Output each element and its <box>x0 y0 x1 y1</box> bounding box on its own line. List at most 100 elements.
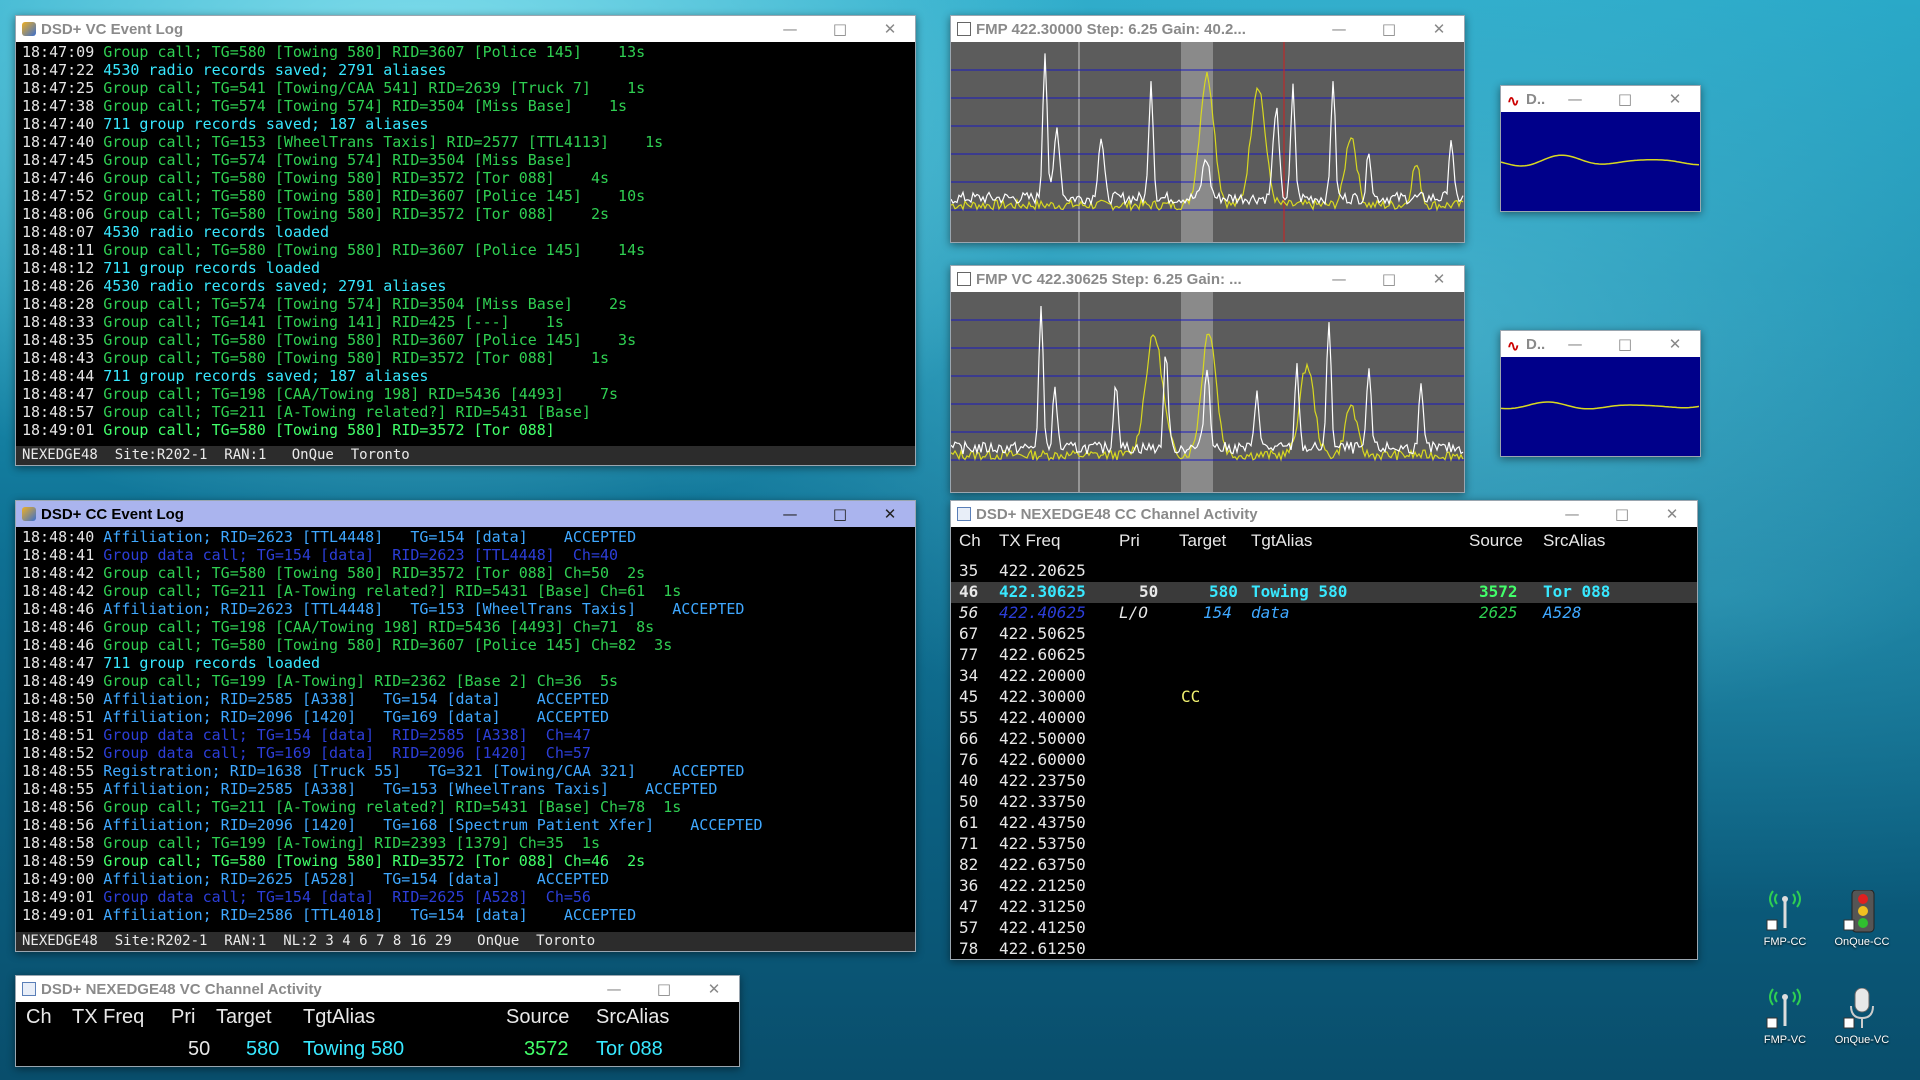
table-row[interactable]: 50 580 Towing 580 3572 Tor 088 <box>16 1034 739 1064</box>
cc-event-log-list[interactable]: 18:48:40 Affiliation; RID=2623 [TTL4448]… <box>16 527 915 925</box>
minimize-icon[interactable]: — <box>1547 501 1597 527</box>
log-message: Group call; TG=580 [Towing 580] RID=3607… <box>103 636 673 654</box>
table-row[interactable]: 67 422.50625 <box>951 624 1697 645</box>
table-row[interactable]: 36 422.21250 <box>951 876 1697 897</box>
log-time: 18:49:01 <box>22 888 95 906</box>
fmp-cc-spectrum-window[interactable]: FMP 422.30000 Step: 6.25 Gain: 40.2... —… <box>950 15 1465 243</box>
cell-srcalias: Tor 088 <box>1543 582 1611 601</box>
minimize-icon[interactable]: — <box>765 501 815 527</box>
log-message: Group call; TG=580 [Towing 580] RID=3572… <box>103 349 610 367</box>
waveform-icon: ∿ <box>1507 338 1520 355</box>
log-line: 18:48:49 Group call; TG=199 [A-Towing] R… <box>22 672 909 690</box>
log-time: 18:48:42 <box>22 582 95 600</box>
table-row[interactable]: 76 422.60000 <box>951 750 1697 771</box>
table-row[interactable]: 34 422.20000 <box>951 666 1697 687</box>
close-icon[interactable]: ✕ <box>1414 266 1464 292</box>
minimize-icon[interactable]: — <box>589 976 639 1002</box>
cc-event-log-titlebar[interactable]: DSD+ CC Event Log — □ ✕ <box>16 501 915 527</box>
vc-channel-activity-titlebar[interactable]: DSD+ NEXEDGE48 VC Channel Activity — □ ✕ <box>16 976 739 1002</box>
maximize-icon[interactable]: □ <box>1364 266 1414 292</box>
vc-channel-activity-window[interactable]: DSD+ NEXEDGE48 VC Channel Activity — □ ✕ C… <box>15 975 740 1067</box>
spectrum-plot[interactable] <box>951 292 1464 492</box>
vc-event-log-window[interactable]: DSD+ VC Event Log — □ ✕ 18:47:09 Group cal… <box>15 15 916 466</box>
log-message: 4530 radio records saved; 2791 aliases <box>103 277 447 295</box>
table-row[interactable]: 46 422.30625 50 580 Towing 580 3572 Tor 088 <box>951 582 1697 603</box>
vc-event-log-list[interactable]: 18:47:09 Group call; TG=580 [Towing 580]… <box>16 42 915 440</box>
close-icon[interactable]: ✕ <box>689 976 739 1002</box>
maximize-icon[interactable]: □ <box>1364 16 1414 42</box>
minimize-icon[interactable]: — <box>765 16 815 42</box>
cell-tx-freq: 422.31250 <box>999 897 1086 916</box>
minimize-icon[interactable]: — <box>1314 266 1364 292</box>
cell-tx-freq: 422.21250 <box>999 876 1086 895</box>
minimize-icon[interactable]: — <box>1550 86 1600 112</box>
maximize-icon[interactable]: □ <box>1600 86 1650 112</box>
log-message: 711 group records saved; 187 aliases <box>103 367 429 385</box>
minimize-icon[interactable]: — <box>1550 331 1600 357</box>
table-row[interactable]: 77 422.60625 <box>951 645 1697 666</box>
close-icon[interactable]: ✕ <box>1650 331 1700 357</box>
log-line: 18:48:47 Group call; TG=198 [CAA/Towing … <box>22 385 909 403</box>
cc-event-log-window[interactable]: DSD+ CC Event Log — □ ✕ 18:48:40 Affiliati… <box>15 500 916 952</box>
scope-titlebar[interactable]: ∿ D.. — □ ✕ <box>1501 86 1700 112</box>
log-time: 18:48:28 <box>22 295 95 313</box>
log-line: 18:48:46 Affiliation; RID=2623 [TTL4448]… <box>22 600 909 618</box>
fmp-vc-spectrum-window[interactable]: FMP VC 422.30625 Step: 6.25 Gain: ... — □… <box>950 265 1465 493</box>
close-icon[interactable]: ✕ <box>1414 16 1464 42</box>
scope-display <box>1501 357 1700 456</box>
table-row[interactable]: 57 422.41250 <box>951 918 1697 939</box>
close-icon[interactable]: ✕ <box>1650 86 1700 112</box>
log-line: 18:49:01 Group call; TG=580 [Towing 580]… <box>22 421 909 439</box>
log-line: 18:47:38 Group call; TG=574 [Towing 574]… <box>22 97 909 115</box>
cc-channel-rows: 35 422.20625 46 422.30625 50 580 Towing 580 357… <box>951 561 1697 959</box>
close-icon[interactable]: ✕ <box>865 16 915 42</box>
table-row[interactable]: 66 422.50000 <box>951 729 1697 750</box>
desktop-icon-onque-vc[interactable]: OnQue-VC <box>1817 987 1907 1046</box>
table-row[interactable]: 82 422.63750 <box>951 855 1697 876</box>
log-time: 18:47:22 <box>22 61 95 79</box>
minimize-icon[interactable]: — <box>1314 16 1364 42</box>
table-row[interactable]: 50 422.33750 <box>951 792 1697 813</box>
log-line: 18:47:25 Group call; TG=541 [Towing/CAA … <box>22 79 909 97</box>
table-row[interactable]: 55 422.40000 <box>951 708 1697 729</box>
table-row[interactable]: 40 422.23750 <box>951 771 1697 792</box>
cc-channel-activity-window[interactable]: DSD+ NEXEDGE48 CC Channel Activity — □ ✕ C… <box>950 500 1698 960</box>
maximize-icon[interactable]: □ <box>815 501 865 527</box>
table-row[interactable]: 47 422.31250 <box>951 897 1697 918</box>
cell-ch: 55 <box>959 708 979 727</box>
log-time: 18:47:38 <box>22 97 95 115</box>
log-line: 18:48:46 Group call; TG=198 [CAA/Towing … <box>22 618 909 636</box>
log-time: 18:48:43 <box>22 349 95 367</box>
maximize-icon[interactable]: □ <box>1600 331 1650 357</box>
cell-tx-freq: 422.60000 <box>999 750 1086 769</box>
cell-ch: 50 <box>959 792 979 811</box>
table-row[interactable]: 61 422.43750 <box>951 813 1697 834</box>
desktop-icon-onque-cc[interactable]: OnQue-CC <box>1817 889 1907 948</box>
log-message: Affiliation; RID=2096 [1420] TG=169 [dat… <box>103 708 610 726</box>
table-row[interactable]: 78 422.61250 <box>951 939 1697 959</box>
scope-window-1[interactable]: ∿ D.. — □ ✕ <box>1500 85 1701 212</box>
close-icon[interactable]: ✕ <box>865 501 915 527</box>
table-row[interactable]: 56 422.40625 L/O 154 data 2625 A528 <box>951 603 1697 624</box>
log-line: 18:48:07 4530 radio records loaded <box>22 223 909 241</box>
close-icon[interactable]: ✕ <box>1647 501 1697 527</box>
table-row[interactable]: 71 422.53750 <box>951 834 1697 855</box>
fmp-titlebar[interactable]: FMP VC 422.30625 Step: 6.25 Gain: ... — □… <box>951 266 1464 292</box>
cell-pri: 50 <box>188 1038 211 1060</box>
scope-titlebar[interactable]: ∿ D.. — □ ✕ <box>1501 331 1700 357</box>
log-time: 18:49:01 <box>22 421 95 439</box>
log-time: 18:47:46 <box>22 169 95 187</box>
spectrum-plot[interactable] <box>951 42 1464 242</box>
maximize-icon[interactable]: □ <box>639 976 689 1002</box>
maximize-icon[interactable]: □ <box>1597 501 1647 527</box>
cc-channel-activity-titlebar[interactable]: DSD+ NEXEDGE48 CC Channel Activity — □ ✕ <box>951 501 1697 527</box>
table-row[interactable]: 45 422.30000 CC <box>951 687 1697 708</box>
table-row[interactable]: 35 422.20625 <box>951 561 1697 582</box>
cell-ch: 47 <box>959 897 979 916</box>
col-source: Source <box>506 1006 570 1028</box>
status-bar: NEXEDGE48 Site:R202-1 RAN:1 NL:2 3 4 6 7… <box>16 932 915 951</box>
scope-window-2[interactable]: ∿ D.. — □ ✕ <box>1500 330 1701 457</box>
vc-event-log-titlebar[interactable]: DSD+ VC Event Log — □ ✕ <box>16 16 915 42</box>
maximize-icon[interactable]: □ <box>815 16 865 42</box>
fmp-titlebar[interactable]: FMP 422.30000 Step: 6.25 Gain: 40.2... —… <box>951 16 1464 42</box>
